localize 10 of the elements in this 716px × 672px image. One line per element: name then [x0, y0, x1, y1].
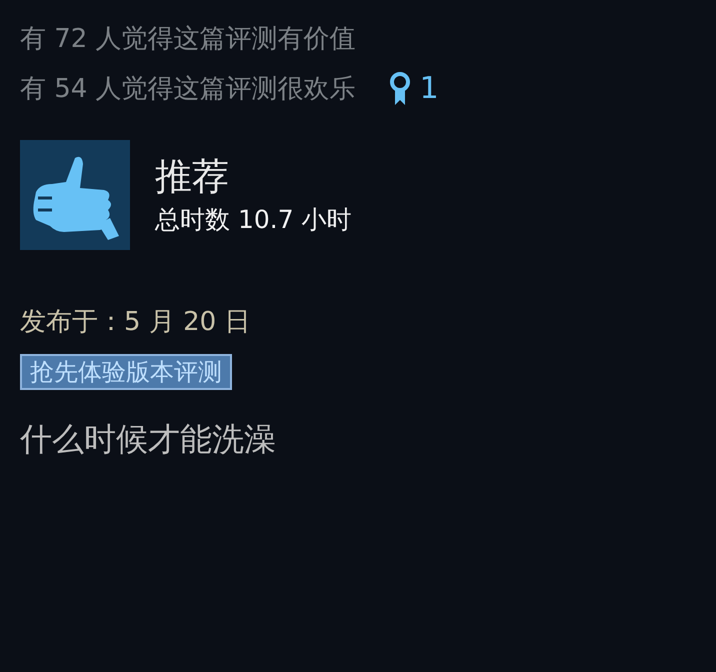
vote-count-text: 有 72 人觉得这篇评测有价值 [20, 23, 356, 56]
review-text: 什么时候才能洗澡 [20, 419, 277, 460]
early-access-tag: 抢先体验版本评测 [20, 354, 232, 390]
vote-count-text: 有 54 人觉得这篇评测很欢乐 [20, 73, 356, 106]
award-icon [390, 72, 410, 106]
posted-date: 发布于：5 月 20 日 [20, 306, 252, 339]
playtime-text: 总时数 10.7 小时 [155, 204, 352, 236]
verdict-title: 推荐 [155, 154, 230, 200]
award-count: 1 [420, 70, 439, 108]
thumbs-up-icon [20, 140, 130, 250]
